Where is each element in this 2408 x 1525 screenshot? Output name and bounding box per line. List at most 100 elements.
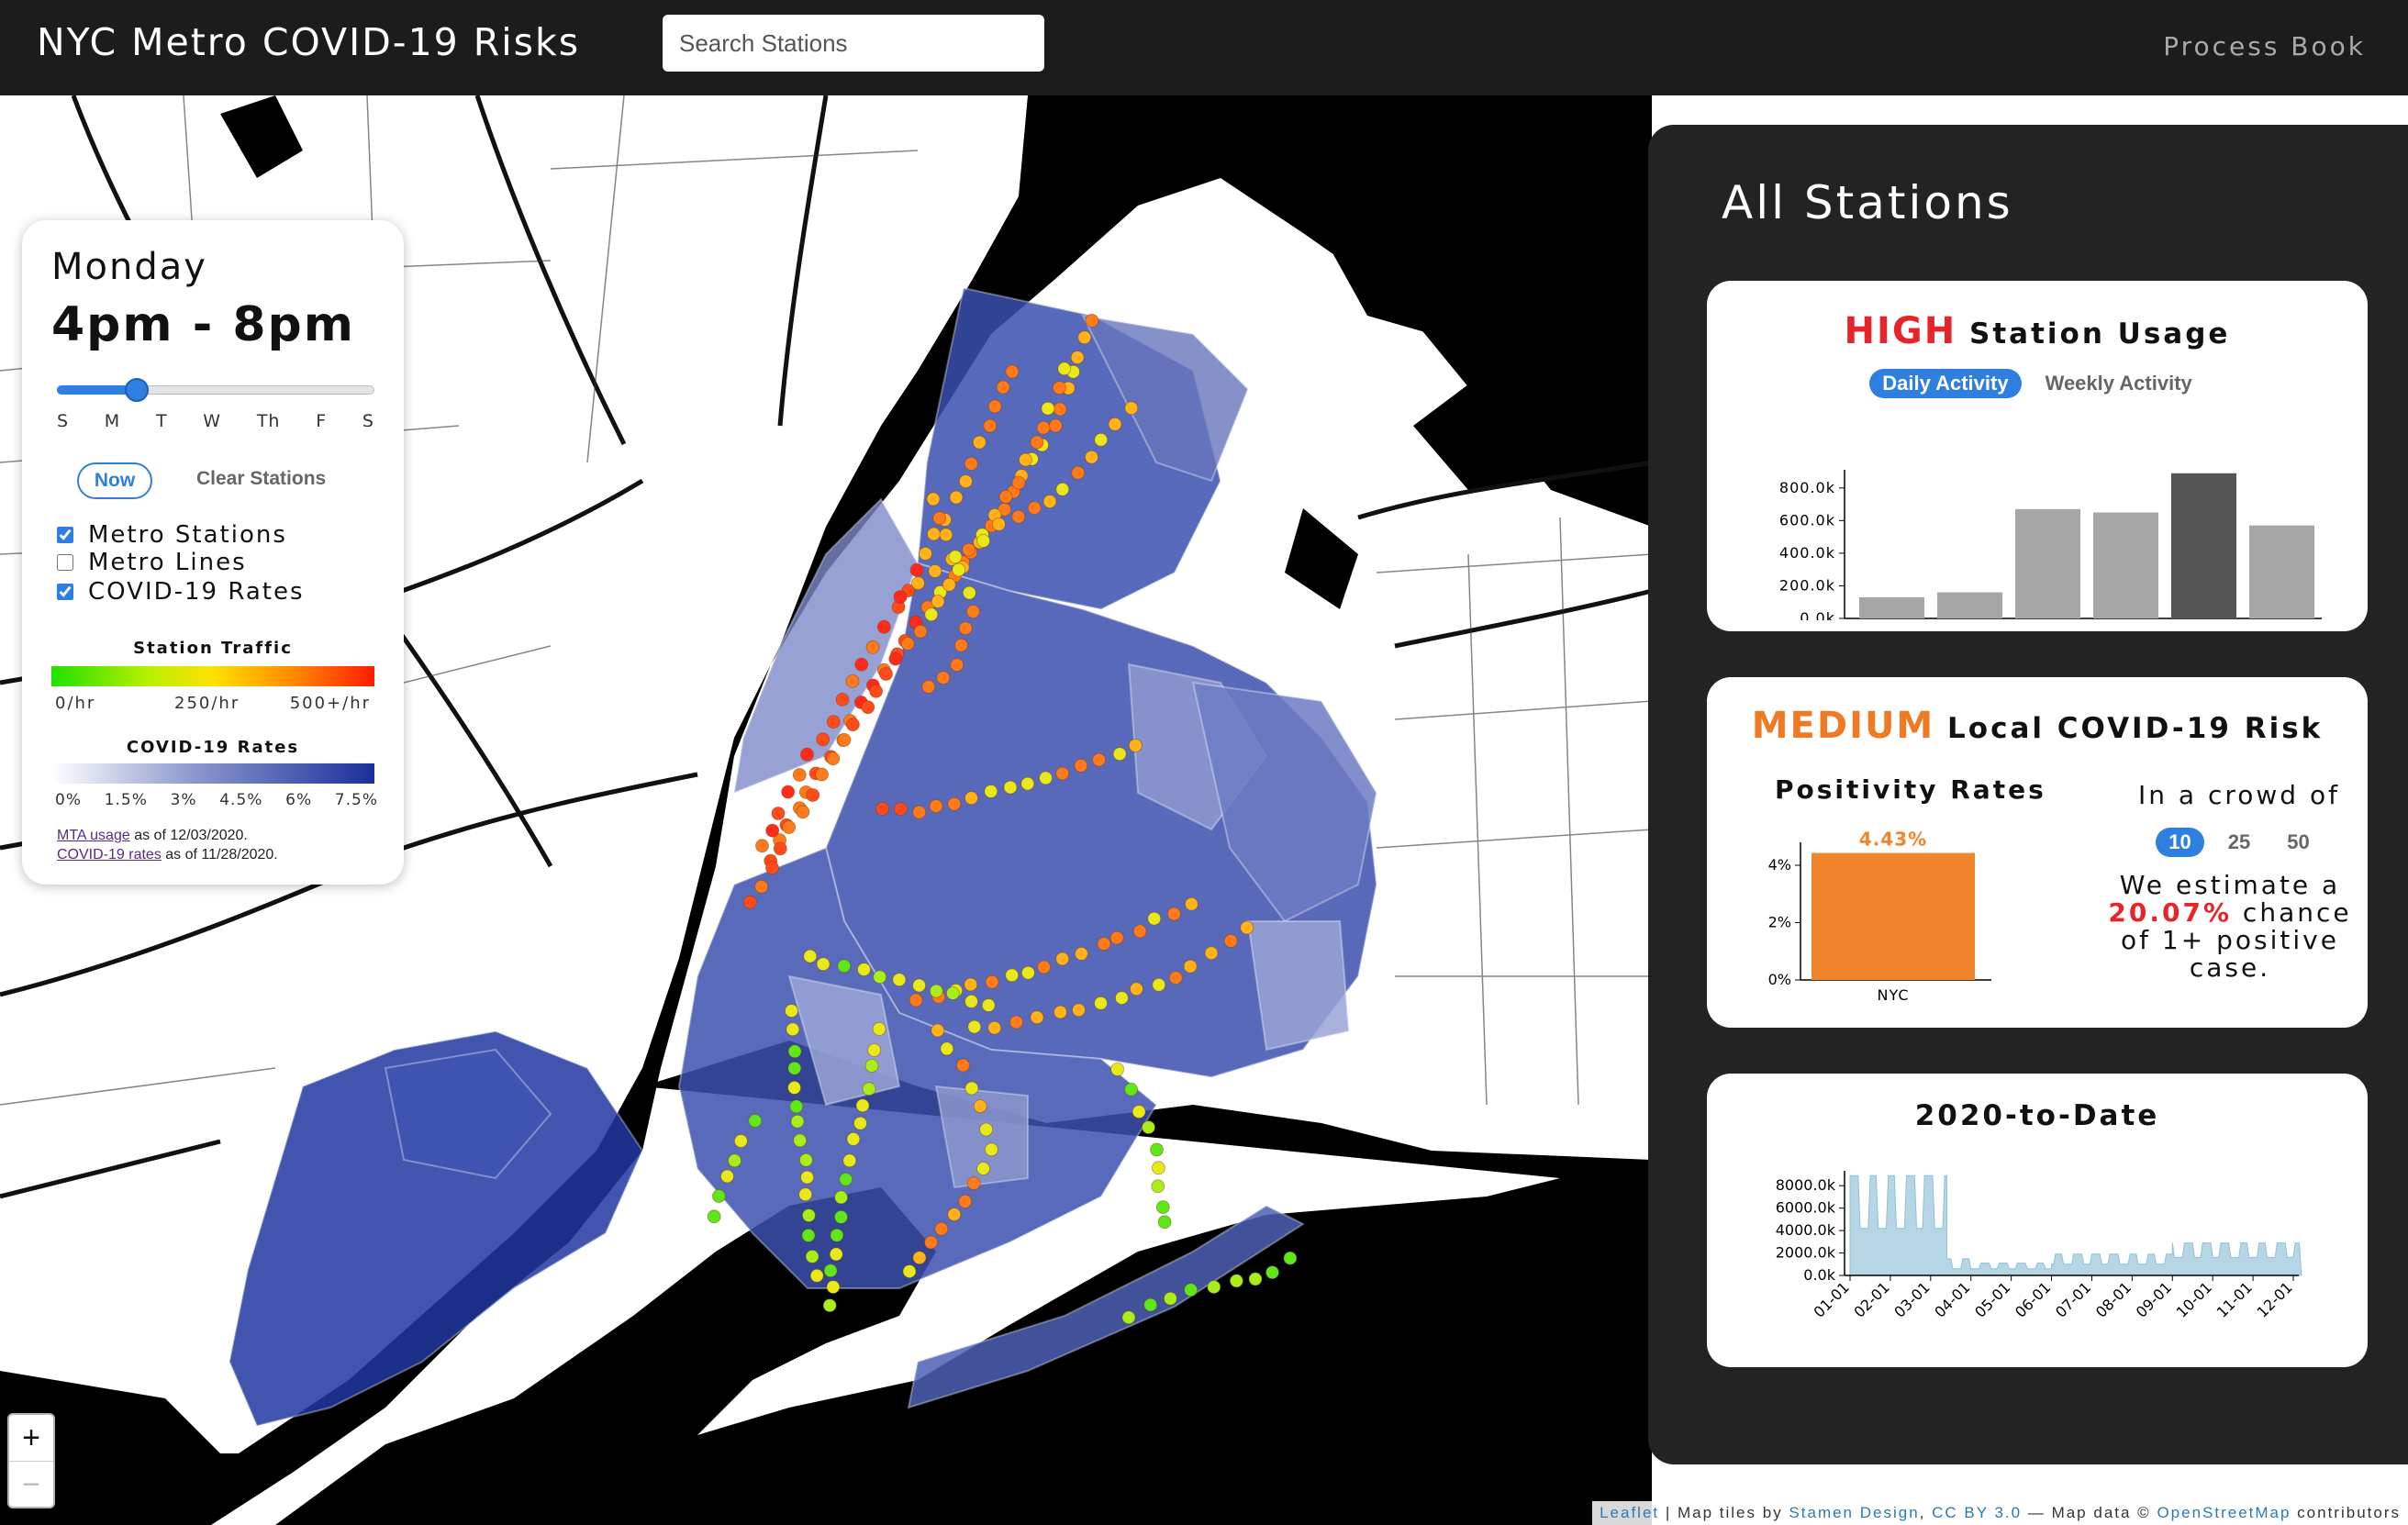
station-dot[interactable] (835, 693, 850, 707)
station-dot[interactable] (1112, 747, 1127, 762)
usage-bar[interactable] (1937, 592, 2002, 618)
station-dot[interactable] (1132, 924, 1147, 939)
station-dot[interactable] (792, 768, 807, 782)
station-dot[interactable] (1011, 509, 1026, 524)
usage-bar[interactable] (2249, 525, 2314, 618)
usage-bar[interactable] (2015, 508, 2080, 618)
station-dot[interactable] (845, 674, 860, 688)
search-stations-input[interactable] (663, 15, 1044, 72)
station-dot[interactable] (1142, 1120, 1155, 1134)
station-dot[interactable] (927, 527, 941, 541)
osm-link[interactable]: OpenStreetMap (2157, 1504, 2291, 1521)
station-dot[interactable] (1151, 1179, 1165, 1194)
station-dot[interactable] (1155, 1200, 1170, 1214)
station-dot[interactable] (1030, 435, 1044, 450)
crowd-option-10[interactable]: 10 (2156, 828, 2204, 857)
station-dot[interactable] (911, 576, 925, 590)
station-dot[interactable] (949, 490, 964, 505)
station-dot[interactable] (806, 788, 820, 802)
station-dot[interactable] (956, 1058, 970, 1073)
station-dot[interactable] (929, 799, 943, 813)
stamen-link[interactable]: Stamen Design (1789, 1504, 1919, 1521)
station-dot[interactable] (892, 973, 907, 987)
station-dot[interactable] (928, 564, 942, 578)
station-dot[interactable] (789, 1099, 804, 1114)
station-dot[interactable] (1240, 920, 1254, 935)
now-button[interactable]: Now (77, 462, 152, 499)
station-dot[interactable] (964, 456, 978, 471)
station-dot[interactable] (966, 605, 980, 618)
station-dot[interactable] (1094, 996, 1108, 1010)
station-dot[interactable] (837, 959, 852, 974)
map[interactable]: Monday 4pm - 8pm S M T W Th F S Now Clea… (0, 95, 2408, 1525)
station-dot[interactable] (1097, 937, 1111, 951)
station-dot[interactable] (826, 715, 841, 729)
station-dot[interactable] (853, 1116, 867, 1130)
station-dot[interactable] (1055, 766, 1070, 781)
station-dot[interactable] (823, 1263, 838, 1278)
station-dot[interactable] (867, 1043, 881, 1057)
station-dot[interactable] (1042, 495, 1057, 508)
station-dot[interactable] (796, 805, 810, 819)
station-dot[interactable] (1021, 965, 1035, 980)
station-dot[interactable] (1003, 780, 1018, 795)
leaflet-link[interactable]: Leaflet (1600, 1504, 1659, 1521)
station-dot[interactable] (1027, 501, 1042, 516)
station-dot[interactable] (1019, 452, 1032, 467)
station-dot[interactable] (967, 1019, 982, 1034)
station-dot[interactable] (829, 1247, 843, 1262)
station-dot[interactable] (773, 841, 787, 856)
station-dot[interactable] (857, 963, 871, 976)
station-dot[interactable] (1085, 313, 1099, 328)
station-dot[interactable] (983, 418, 998, 433)
station-dot[interactable] (964, 995, 978, 1008)
layer-toggle-metro-stations[interactable]: Metro Stations (57, 521, 287, 549)
station-dot[interactable] (872, 1022, 886, 1036)
station-dot[interactable] (1020, 776, 1035, 791)
station-dot[interactable] (1152, 1161, 1165, 1175)
crowd-option-50[interactable]: 50 (2274, 828, 2322, 857)
station-dot[interactable] (805, 1250, 819, 1263)
station-dot[interactable] (1085, 450, 1098, 464)
station-dot[interactable] (962, 542, 976, 557)
station-dot[interactable] (987, 399, 1002, 414)
station-dot[interactable] (834, 1190, 848, 1205)
station-dot[interactable] (932, 511, 947, 526)
station-dot[interactable] (1115, 991, 1129, 1005)
station-dot[interactable] (748, 1114, 763, 1128)
station-dot[interactable] (954, 638, 968, 652)
station-dot[interactable] (919, 546, 932, 561)
station-dot[interactable] (996, 380, 1010, 395)
station-dot[interactable] (1053, 402, 1067, 417)
station-dot[interactable] (787, 1081, 801, 1095)
metro-lines-checkbox[interactable] (57, 554, 73, 571)
station-dot[interactable] (1075, 947, 1088, 961)
station-dot[interactable] (939, 528, 953, 542)
station-dot[interactable] (1057, 362, 1072, 376)
layer-toggle-metro-lines[interactable]: Metro Lines (57, 549, 247, 576)
station-dot[interactable] (1265, 1265, 1279, 1280)
station-dot[interactable] (964, 791, 978, 806)
zoom-out-button[interactable]: − (9, 1461, 53, 1507)
station-dot[interactable] (976, 533, 990, 548)
station-dot[interactable] (800, 1170, 814, 1185)
station-dot[interactable] (1037, 960, 1051, 974)
station-dot[interactable] (1132, 1105, 1146, 1119)
station-dot[interactable] (1164, 1291, 1177, 1306)
station-dot[interactable] (862, 1082, 876, 1096)
station-dot[interactable] (909, 993, 923, 1007)
station-dot[interactable] (1108, 417, 1122, 431)
station-dot[interactable] (846, 718, 860, 732)
station-dot[interactable] (826, 751, 841, 766)
station-dot[interactable] (900, 637, 915, 651)
station-dot[interactable] (984, 785, 998, 798)
station-dot[interactable] (865, 640, 880, 654)
station-dot[interactable] (1094, 432, 1109, 447)
station-dot[interactable] (1185, 896, 1198, 911)
station-dot[interactable] (854, 657, 869, 672)
usage-bar[interactable] (2171, 473, 2236, 618)
station-dot[interactable] (976, 1162, 990, 1175)
mta-usage-link[interactable]: MTA usage (57, 828, 130, 843)
process-book-link[interactable]: Process Book (2163, 31, 2366, 61)
tab-daily-activity[interactable]: Daily Activity (1869, 369, 2022, 398)
